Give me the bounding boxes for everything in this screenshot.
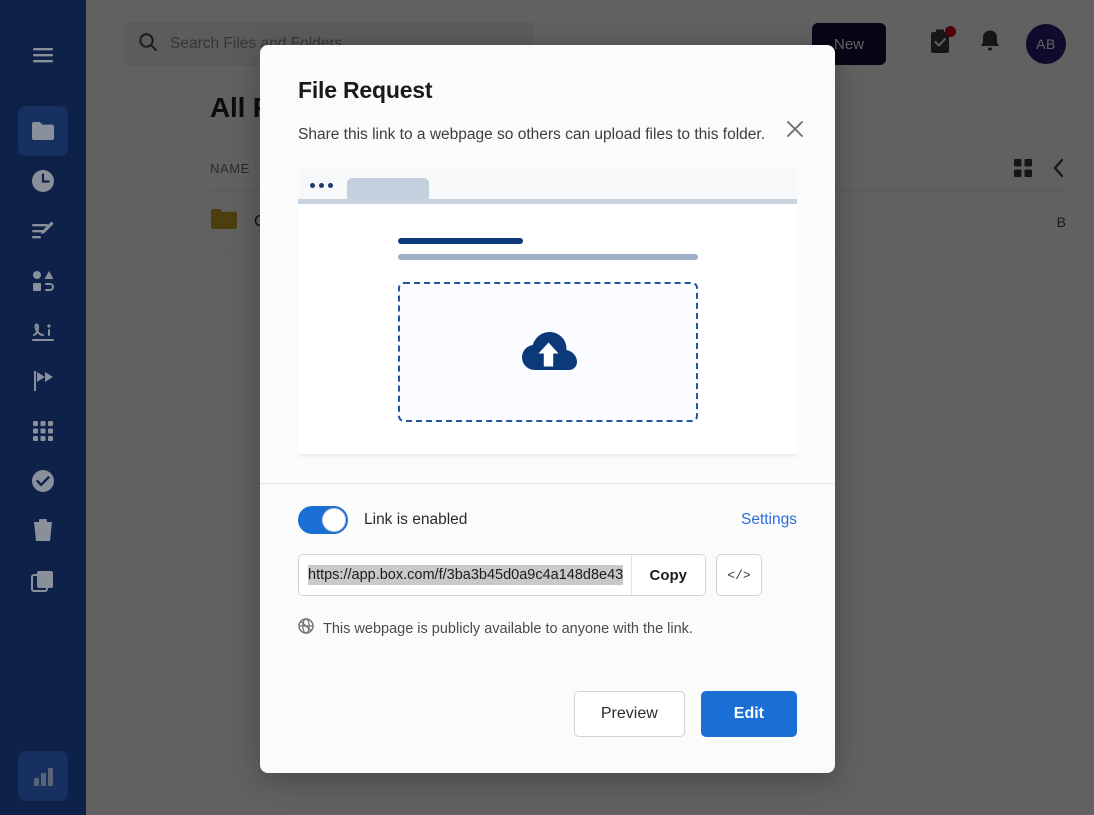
toggle-knob [322, 508, 346, 532]
code-icon: </> [727, 567, 751, 583]
relay-flags-icon [30, 369, 56, 393]
check-circle-icon [30, 468, 56, 494]
sidebar-item-relay[interactable] [18, 356, 68, 406]
modal-title: File Request [298, 77, 433, 103]
stack-icon [30, 568, 56, 594]
embed-code-button[interactable]: </> [716, 554, 762, 596]
clock-icon [30, 168, 56, 194]
visibility-note: This webpage is publicly available to an… [323, 620, 693, 637]
screen: Search Files and Folders New [0, 0, 1094, 815]
sidebar-item-apps[interactable] [18, 406, 68, 456]
sidebar-item-recents[interactable] [18, 156, 68, 206]
copy-button[interactable]: Copy [630, 555, 705, 595]
sidebar-item-copies[interactable] [18, 556, 68, 606]
preview-button[interactable]: Preview [573, 691, 685, 737]
file-request-modal: File Request Share this link to a webpag… [260, 45, 835, 773]
browser-mockup [298, 169, 797, 454]
link-toggle-label: Link is enabled [364, 511, 468, 528]
globe-icon [298, 618, 314, 639]
window-dots-icon [310, 183, 333, 188]
folder-icon [30, 120, 56, 142]
browser-tab [347, 178, 429, 199]
link-enabled-toggle[interactable] [298, 506, 348, 534]
shapes-icon [30, 268, 56, 294]
cloud-upload-icon [517, 326, 579, 379]
link-section: Link is enabled Settings https://app.box… [260, 484, 835, 639]
bar-chart-icon [31, 764, 55, 788]
preview-dropzone [398, 282, 698, 422]
sidebar-item-sign[interactable] [18, 306, 68, 356]
note-edit-icon [30, 218, 56, 244]
preview-subtitle-placeholder [398, 254, 698, 260]
sidebar-bottom [18, 751, 68, 801]
modal-description: Share this link to a webpage so others c… [298, 126, 766, 143]
sidebar-item-tasks[interactable] [18, 456, 68, 506]
shared-link-input[interactable]: https://app.box.com/f/3ba3b45d0a9c4a148d… [299, 555, 631, 595]
link-toggle-row: Link is enabled Settings [298, 506, 797, 534]
sidebar-item-notes[interactable] [18, 206, 68, 256]
close-icon[interactable] [779, 113, 811, 145]
hamburger-icon [31, 46, 55, 64]
trash-icon [31, 518, 55, 544]
edit-button[interactable]: Edit [700, 691, 797, 737]
visibility-row: This webpage is publicly available to an… [298, 618, 797, 639]
sidebar [0, 0, 86, 815]
url-field-group: https://app.box.com/f/3ba3b45d0a9c4a148d… [298, 554, 706, 596]
signature-icon [30, 318, 56, 344]
shared-link-value: https://app.box.com/f/3ba3b45d0a9c4a148d… [308, 565, 623, 585]
sidebar-item-canvas[interactable] [18, 256, 68, 306]
browser-chrome [298, 169, 797, 199]
sidebar-item-trash[interactable] [18, 506, 68, 556]
modal-footer: Preview Edit [260, 691, 835, 773]
sidebar-item-files[interactable] [18, 106, 68, 156]
preview-title-placeholder [398, 238, 523, 244]
settings-link[interactable]: Settings [741, 511, 797, 529]
modal-header: File Request Share this link to a webpag… [260, 45, 835, 147]
url-row: https://app.box.com/f/3ba3b45d0a9c4a148d… [298, 554, 797, 596]
sidebar-item-insights[interactable] [18, 751, 68, 801]
preview-body [298, 204, 797, 454]
sidebar-item-menu-toggle[interactable] [18, 30, 68, 80]
grid-apps-icon [31, 419, 55, 443]
webpage-preview[interactable] [298, 169, 797, 461]
